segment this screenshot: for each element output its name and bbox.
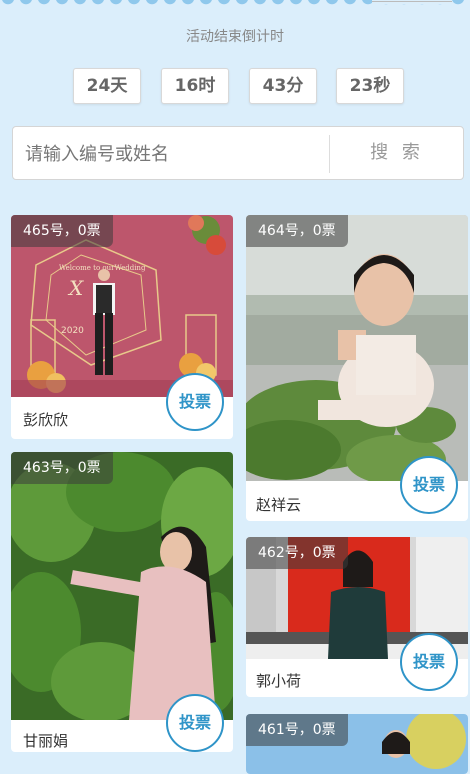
countdown-title: 活动结束倒计时 xyxy=(186,29,284,45)
candidate-name: 赵祥云 xyxy=(256,496,302,514)
candidate-badge: 464号，0票 xyxy=(246,215,348,247)
candidate-card[interactable]: Welcome to ourWedding X 2020 465号，0票 彭欣欣… xyxy=(11,215,233,439)
candidate-photo[interactable] xyxy=(11,452,233,720)
candidate-name: 郭小荷 xyxy=(256,672,302,690)
vote-button[interactable]: 投票 xyxy=(166,694,224,752)
candidate-photo[interactable] xyxy=(246,215,468,481)
candidate-badge: 462号，0票 xyxy=(246,537,348,569)
vote-button[interactable]: 投票 xyxy=(166,373,224,431)
candidate-badge: 461号，0票 xyxy=(246,714,348,746)
candidate-name: 彭欣欣 xyxy=(23,411,69,429)
candidate-badge: 463号，0票 xyxy=(11,452,113,484)
search-input[interactable] xyxy=(23,135,327,173)
vote-button[interactable]: 投票 xyxy=(400,456,458,514)
svg-text:X: X xyxy=(67,276,84,300)
svg-text:2020: 2020 xyxy=(61,326,84,336)
top-divider-line xyxy=(372,0,452,4)
countdown-seconds: 23秒 xyxy=(336,68,404,104)
candidate-card[interactable]: 462号，0票 郭小荷 投票 xyxy=(246,537,468,697)
search-button[interactable]: 搜 索 xyxy=(331,127,463,179)
candidate-card[interactable]: 464号，0票 赵祥云 投票 xyxy=(246,215,468,521)
countdown-timer: 24天 16时 43分 23秒 xyxy=(0,68,470,106)
countdown-days: 24天 xyxy=(73,68,141,104)
search-divider xyxy=(329,135,330,173)
countdown-minutes: 43分 xyxy=(249,68,317,104)
candidate-card[interactable]: 463号，0票 甘丽娟 投票 xyxy=(11,452,233,752)
candidate-badge: 465号，0票 xyxy=(11,215,113,247)
candidate-card[interactable]: 461号，0票 xyxy=(246,714,468,774)
search-bar: 搜 索 xyxy=(12,126,464,180)
countdown-hours: 16时 xyxy=(161,68,229,104)
candidate-name: 甘丽娟 xyxy=(23,732,69,750)
vote-button[interactable]: 投票 xyxy=(400,633,458,691)
